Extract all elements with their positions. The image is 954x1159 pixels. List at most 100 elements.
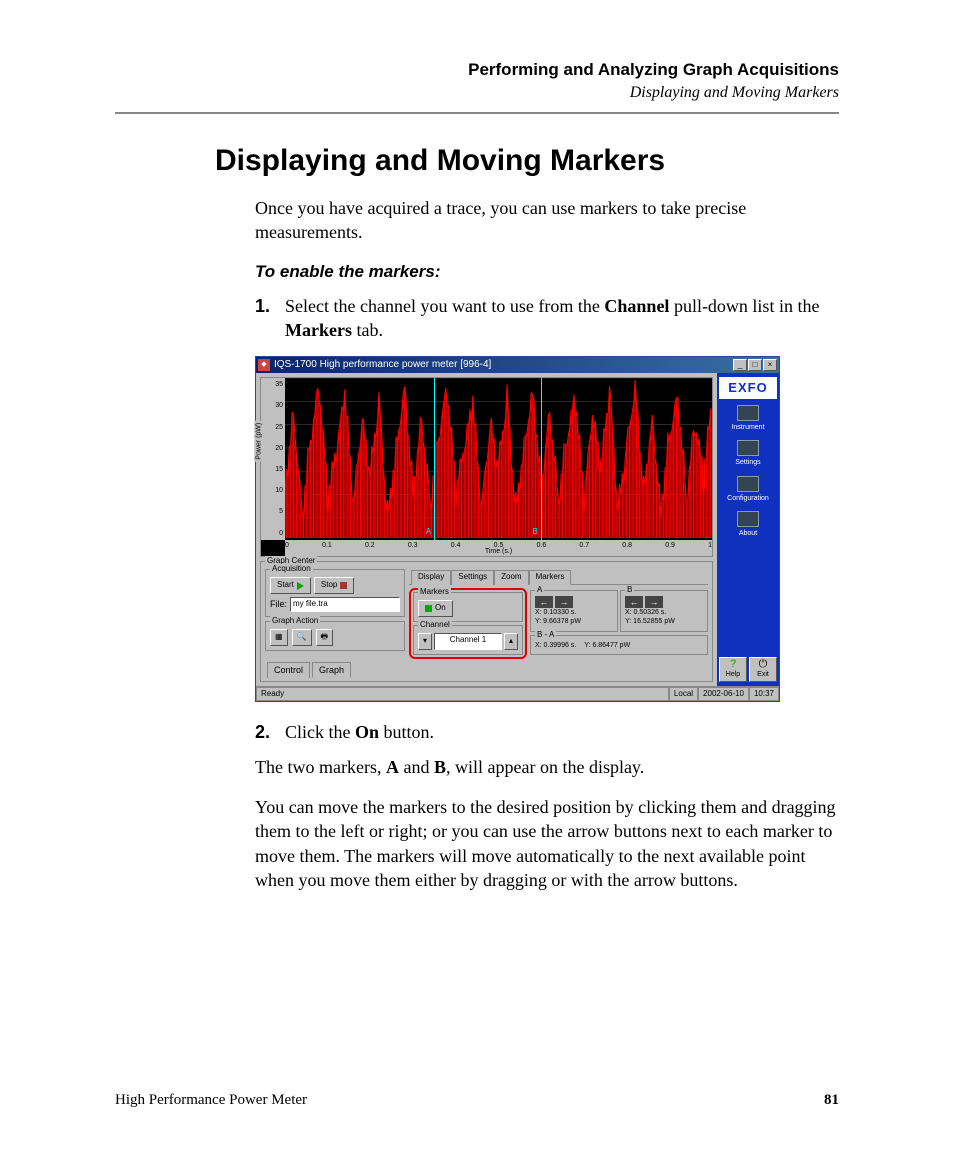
tab-display[interactable]: Display bbox=[411, 570, 451, 585]
marker-a-left-button[interactable]: ← bbox=[535, 596, 553, 608]
window-title: IQS-1700 High performance power meter [9… bbox=[274, 358, 733, 372]
channel-select[interactable]: Channel 1 bbox=[434, 633, 502, 650]
y-axis-label: Power (pW) bbox=[254, 421, 263, 462]
marker-diff-x: X: 0.39996 s. bbox=[535, 641, 576, 650]
sidebar-about[interactable]: About bbox=[719, 509, 777, 540]
print-button[interactable]: 🖶 bbox=[316, 629, 334, 646]
power-icon: ⏻ bbox=[750, 659, 776, 670]
header-chapter: Performing and Analyzing Graph Acquisiti… bbox=[115, 60, 839, 80]
zoom-button[interactable]: 🔍 bbox=[292, 629, 312, 646]
sidebar-configuration[interactable]: Configuration bbox=[719, 474, 777, 505]
channel-group: Channel ▾ Channel 1 ▴ bbox=[413, 625, 523, 655]
panel-tabs: Display Settings Zoom Markers bbox=[409, 569, 708, 585]
marker-a-panel: A ← → X: 0.10330 s. Y: 9.66378 pW bbox=[530, 590, 618, 632]
marker-a-line[interactable] bbox=[434, 378, 435, 540]
arrow-right-icon: → bbox=[560, 596, 569, 608]
close-button[interactable]: × bbox=[763, 359, 777, 371]
on-button[interactable]: On bbox=[418, 600, 453, 617]
file-input[interactable]: my file.tra bbox=[290, 597, 400, 612]
status-bar: Ready Local 2002-06-10 10:37 bbox=[256, 686, 779, 702]
highlight-box: Markers On Channel ▾ Channel bbox=[409, 588, 527, 659]
tab-markers[interactable]: Markers bbox=[529, 570, 572, 585]
marker-b-left-button[interactable]: ← bbox=[625, 596, 643, 608]
tab-zoom[interactable]: Zoom bbox=[494, 570, 528, 585]
graph-action-panel: Graph Action ▦ 🔍 🖶 bbox=[265, 621, 405, 651]
sidebar-instrument[interactable]: Instrument bbox=[719, 403, 777, 434]
arrow-right-icon: → bbox=[650, 596, 659, 608]
settings-icon bbox=[737, 440, 759, 456]
channel-dropdown-button[interactable]: ▾ bbox=[418, 633, 432, 650]
file-label: File: bbox=[270, 598, 287, 610]
tab-control[interactable]: Control bbox=[267, 662, 310, 678]
chevron-down-icon: ▾ bbox=[423, 636, 427, 647]
play-icon bbox=[297, 582, 304, 590]
titlebar: ◆ IQS-1700 High performance power meter … bbox=[256, 357, 779, 373]
app-icon: ◆ bbox=[258, 359, 270, 371]
marker-b-label: B bbox=[533, 527, 538, 538]
app-window: ◆ IQS-1700 High performance power meter … bbox=[255, 356, 780, 702]
procedure-title: To enable the markers: bbox=[255, 261, 839, 284]
help-icon: ? bbox=[720, 659, 746, 670]
maximize-button[interactable]: □ bbox=[748, 359, 762, 371]
header-divider bbox=[115, 112, 839, 114]
stop-button[interactable]: Stop bbox=[314, 577, 354, 594]
y-axis: 35302520151050 bbox=[261, 378, 285, 540]
tab-graph[interactable]: Graph bbox=[312, 662, 351, 678]
exit-button[interactable]: ⏻Exit bbox=[749, 657, 777, 681]
marker-a-y: Y: 9.66378 pW bbox=[535, 617, 613, 626]
x-axis: 00.10.20.30.40.50.60.70.80.91 Time (s.) bbox=[285, 540, 712, 556]
grid-icon: ▦ bbox=[275, 632, 283, 643]
sidebar: EXFO Instrument Settings Configuration A… bbox=[717, 373, 779, 686]
step1-bold-markers: Markers bbox=[285, 320, 352, 340]
marker-diff-panel: B - A X: 0.39996 s. Y: 6.86477 pW bbox=[530, 635, 708, 655]
marker-a-label: A bbox=[426, 527, 431, 538]
screenshot-figure: ◆ IQS-1700 High performance power meter … bbox=[255, 356, 839, 702]
marker-b-x: X: 0.50326 s. bbox=[625, 608, 703, 617]
chart-area[interactable]: 35302520151050 Power (pW) bbox=[260, 377, 713, 557]
sidebar-settings[interactable]: Settings bbox=[719, 438, 777, 469]
header-section: Displaying and Moving Markers bbox=[115, 84, 839, 102]
on-indicator-icon bbox=[425, 605, 432, 612]
step2-text-b: button. bbox=[379, 722, 434, 742]
marker-a-x: X: 0.10330 s. bbox=[535, 608, 613, 617]
minimize-button[interactable]: _ bbox=[733, 359, 747, 371]
start-button[interactable]: Start bbox=[270, 577, 311, 594]
step-number: 2. bbox=[255, 720, 285, 744]
channel-up-button[interactable]: ▴ bbox=[504, 633, 518, 650]
step1-text-c: tab. bbox=[352, 320, 383, 340]
about-icon bbox=[737, 511, 759, 527]
help-button[interactable]: ?Help bbox=[719, 657, 747, 681]
step-1: 1. Select the channel you want to use fr… bbox=[255, 294, 839, 343]
status-time: 10:37 bbox=[749, 687, 779, 702]
markers-group: Markers On bbox=[413, 592, 523, 622]
tab-settings[interactable]: Settings bbox=[451, 570, 494, 585]
step1-text-b: pull-down list in the bbox=[669, 296, 819, 316]
arrow-left-icon: ← bbox=[630, 596, 639, 608]
configuration-icon bbox=[737, 476, 759, 492]
marker-b-y: Y: 16.52855 pW bbox=[625, 617, 703, 626]
instrument-icon bbox=[737, 405, 759, 421]
step1-text-a: Select the channel you want to use from … bbox=[285, 296, 604, 316]
status-local: Local bbox=[669, 687, 698, 702]
logo: EXFO bbox=[719, 377, 777, 399]
page-title: Displaying and Moving Markers bbox=[215, 144, 839, 178]
step-2: 2. Click the On button. bbox=[255, 720, 839, 744]
intro-paragraph: Once you have acquired a trace, you can … bbox=[255, 196, 839, 245]
step2-text-a: Click the bbox=[285, 722, 355, 742]
chevron-up-icon: ▴ bbox=[509, 636, 513, 647]
arrow-left-icon: ← bbox=[540, 596, 549, 608]
printer-icon: 🖶 bbox=[321, 632, 329, 643]
trace-plot bbox=[285, 378, 712, 540]
x-axis-label: Time (s.) bbox=[485, 547, 512, 556]
marker-b-line[interactable] bbox=[541, 378, 542, 540]
grid-button[interactable]: ▦ bbox=[270, 629, 288, 646]
marker-b-right-button[interactable]: → bbox=[645, 596, 663, 608]
marker-b-panel: B ← → X: 0.50326 s. Y: 16.52855 pW bbox=[620, 590, 708, 632]
status-date: 2002-06-10 bbox=[698, 687, 749, 702]
marker-a-right-button[interactable]: → bbox=[555, 596, 573, 608]
stop-icon bbox=[340, 582, 347, 589]
footer-product: High Performance Power Meter bbox=[115, 1092, 307, 1109]
step2-bold-on: On bbox=[355, 722, 379, 742]
step-number: 1. bbox=[255, 294, 285, 343]
paragraph-markers-appear: The two markers, A and B, will appear on… bbox=[255, 755, 839, 779]
